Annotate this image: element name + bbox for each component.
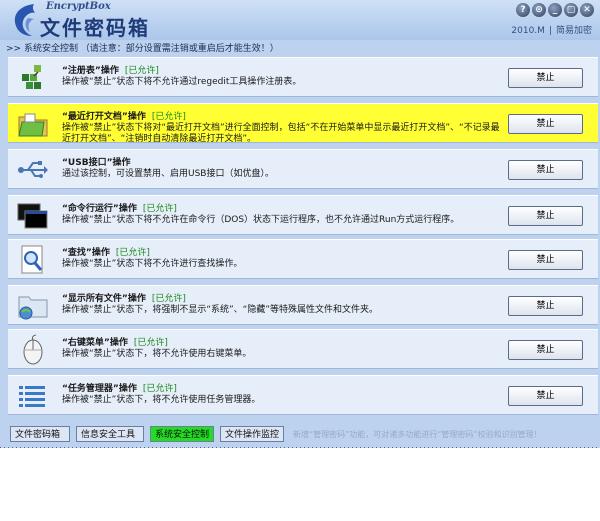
version-label: 2010.M xyxy=(511,26,545,36)
row-status: [已允许] xyxy=(142,204,177,214)
row-description: 操作被“禁止”状态下，将强制不显示“系统”、“隐藏”等特殊属性文件和文件夹。 xyxy=(62,305,378,315)
control-row: “右键菜单”操作 [已允许] 操作被“禁止”状态下，将不允许使用右键菜单。 禁止 xyxy=(8,329,598,369)
row-title: “命令行运行”操作 [已允许] xyxy=(62,201,177,214)
task-manager-icon xyxy=(16,380,50,412)
row-status: [已允许] xyxy=(133,338,168,348)
window-controls: ? ⊙ _ ▢ ✕ xyxy=(516,3,594,17)
control-row: “查找”操作 [已允许] 操作被“禁止”状态下将不允许进行查找操作。 禁止 xyxy=(8,239,598,279)
usb-icon xyxy=(16,154,50,186)
disable-button[interactable]: 禁止 xyxy=(508,114,583,134)
bottom-stripe xyxy=(0,447,600,448)
title-bar: EncryptBox 文件密码箱 ? ⊙ _ ▢ ✕ 2010.M | 简易加密 xyxy=(0,0,600,40)
row-description: 操作被“禁止”状态下将不允许通过regedit工具操作注册表。 xyxy=(62,77,302,87)
disable-button[interactable]: 禁止 xyxy=(508,206,583,226)
row-description: 操作被“禁止”状态下将不允许在命令行（DOS）状态下运行程序，也不允许通过Run… xyxy=(62,215,460,225)
row-status: [已允许] xyxy=(115,248,150,258)
disable-button[interactable]: 禁止 xyxy=(508,296,583,316)
row-description: 操作被“禁止”状态下，将不允许使用右键菜单。 xyxy=(62,349,252,359)
tab-file-box[interactable]: 文件密码箱 xyxy=(10,426,70,442)
command-line-icon xyxy=(16,200,50,232)
maximize-icon[interactable]: ▢ xyxy=(564,3,578,17)
app-logo-icon xyxy=(14,4,35,36)
row-title-text: “注册表”操作 xyxy=(62,66,119,76)
tab-info-security[interactable]: 信息安全工具 xyxy=(76,426,144,442)
disable-button[interactable]: 禁止 xyxy=(508,340,583,360)
footer-bar: 文件密码箱 信息安全工具 系统安全控制 文件操作监控 新增“管理密码”功能，可对… xyxy=(0,420,600,447)
notice-text: >> 系统安全控制 （请注意：部分设置需注销或重启后才能生效！） xyxy=(6,44,279,54)
main-window: EncryptBox 文件密码箱 ? ⊙ _ ▢ ✕ 2010.M | 简易加密 >… xyxy=(0,0,600,447)
row-status: [已允许] xyxy=(124,66,159,76)
hidden-files-icon xyxy=(16,290,50,322)
row-description: 通过该控制，可设置禁用、启用USB接口（如优盘）。 xyxy=(62,169,274,179)
minimize-icon[interactable]: _ xyxy=(548,3,562,17)
row-status: [已允许] xyxy=(142,384,177,394)
disable-button[interactable]: 禁止 xyxy=(508,160,583,180)
simple-encrypt-link[interactable]: 简易加密 xyxy=(556,26,592,36)
disable-button[interactable]: 禁止 xyxy=(508,386,583,406)
row-title: “显示所有文件”操作 [已允许] xyxy=(62,291,186,304)
control-row: “显示所有文件”操作 [已允许] 操作被“禁止”状态下，将强制不显示“系统”、“隐藏… xyxy=(8,285,598,325)
settings-icon[interactable]: ⊙ xyxy=(532,3,546,17)
row-description: 操作被“禁止”状态下将对“最近打开文档”进行全面控制，包括“不在开始菜单中显示最… xyxy=(62,123,500,144)
version-separator: | xyxy=(548,26,552,36)
folder-docs-icon xyxy=(16,108,50,140)
row-status: [已允许] xyxy=(151,294,186,304)
disable-button[interactable]: 禁止 xyxy=(508,68,583,88)
close-icon[interactable]: ✕ xyxy=(580,3,594,17)
control-row: “USB接口”操作 通过该控制，可设置禁用、启用USB接口（如优盘）。 禁止 xyxy=(8,149,598,189)
brand-english: EncryptBox xyxy=(46,1,111,12)
control-row: “命令行运行”操作 [已允许] 操作被“禁止”状态下将不允许在命令行（DOS）状态下… xyxy=(8,195,598,235)
row-title: “查找”操作 [已允许] xyxy=(62,245,150,258)
row-title: “最近打开文档”操作 [已允许] xyxy=(62,109,186,122)
row-title-text: “右键菜单”操作 xyxy=(62,338,128,348)
row-title-text: “最近打开文档”操作 xyxy=(62,112,146,122)
row-title-text: “USB接口”操作 xyxy=(62,158,131,168)
version-line: 2010.M | 简易加密 xyxy=(511,23,592,36)
search-icon xyxy=(16,244,50,276)
row-title: “任务管理器”操作 [已允许] xyxy=(62,381,177,394)
footer-info: 新增“管理密码”功能，可对诸多功能进行“管理密码”校验和识别管理！ xyxy=(293,430,542,439)
control-row: “任务管理器”操作 [已允许] 操作被“禁止”状态下，将不允许使用任务管理器。 禁止 xyxy=(8,375,598,415)
row-description: 操作被“禁止”状态下，将不允许使用任务管理器。 xyxy=(62,395,261,405)
control-row: “注册表”操作 [已允许] 操作被“禁止”状态下将不允许通过regedit工具操作注… xyxy=(8,57,598,97)
row-title-text: “任务管理器”操作 xyxy=(62,384,137,394)
registry-icon xyxy=(16,62,50,94)
tab-file-monitor[interactable]: 文件操作监控 xyxy=(220,426,284,442)
help-icon[interactable]: ? xyxy=(516,3,530,17)
row-title: “右键菜单”操作 [已允许] xyxy=(62,335,168,348)
row-title: “注册表”操作 [已允许] xyxy=(62,63,159,76)
tab-system-security[interactable]: 系统安全控制 xyxy=(150,426,214,442)
row-status: [已允许] xyxy=(151,112,186,122)
disable-button[interactable]: 禁止 xyxy=(508,250,583,270)
row-title: “USB接口”操作 xyxy=(62,155,136,168)
control-row: “最近打开文档”操作 [已允许] 操作被“禁止”状态下将对“最近打开文档”进行全面控… xyxy=(8,103,598,144)
row-title-text: “查找”操作 xyxy=(62,248,110,258)
row-title-text: “命令行运行”操作 xyxy=(62,204,137,214)
row-description: 操作被“禁止”状态下将不允许进行查找操作。 xyxy=(62,259,243,269)
row-title-text: “显示所有文件”操作 xyxy=(62,294,146,304)
brand-chinese: 文件密码箱 xyxy=(40,16,150,40)
mouse-icon xyxy=(16,334,50,366)
